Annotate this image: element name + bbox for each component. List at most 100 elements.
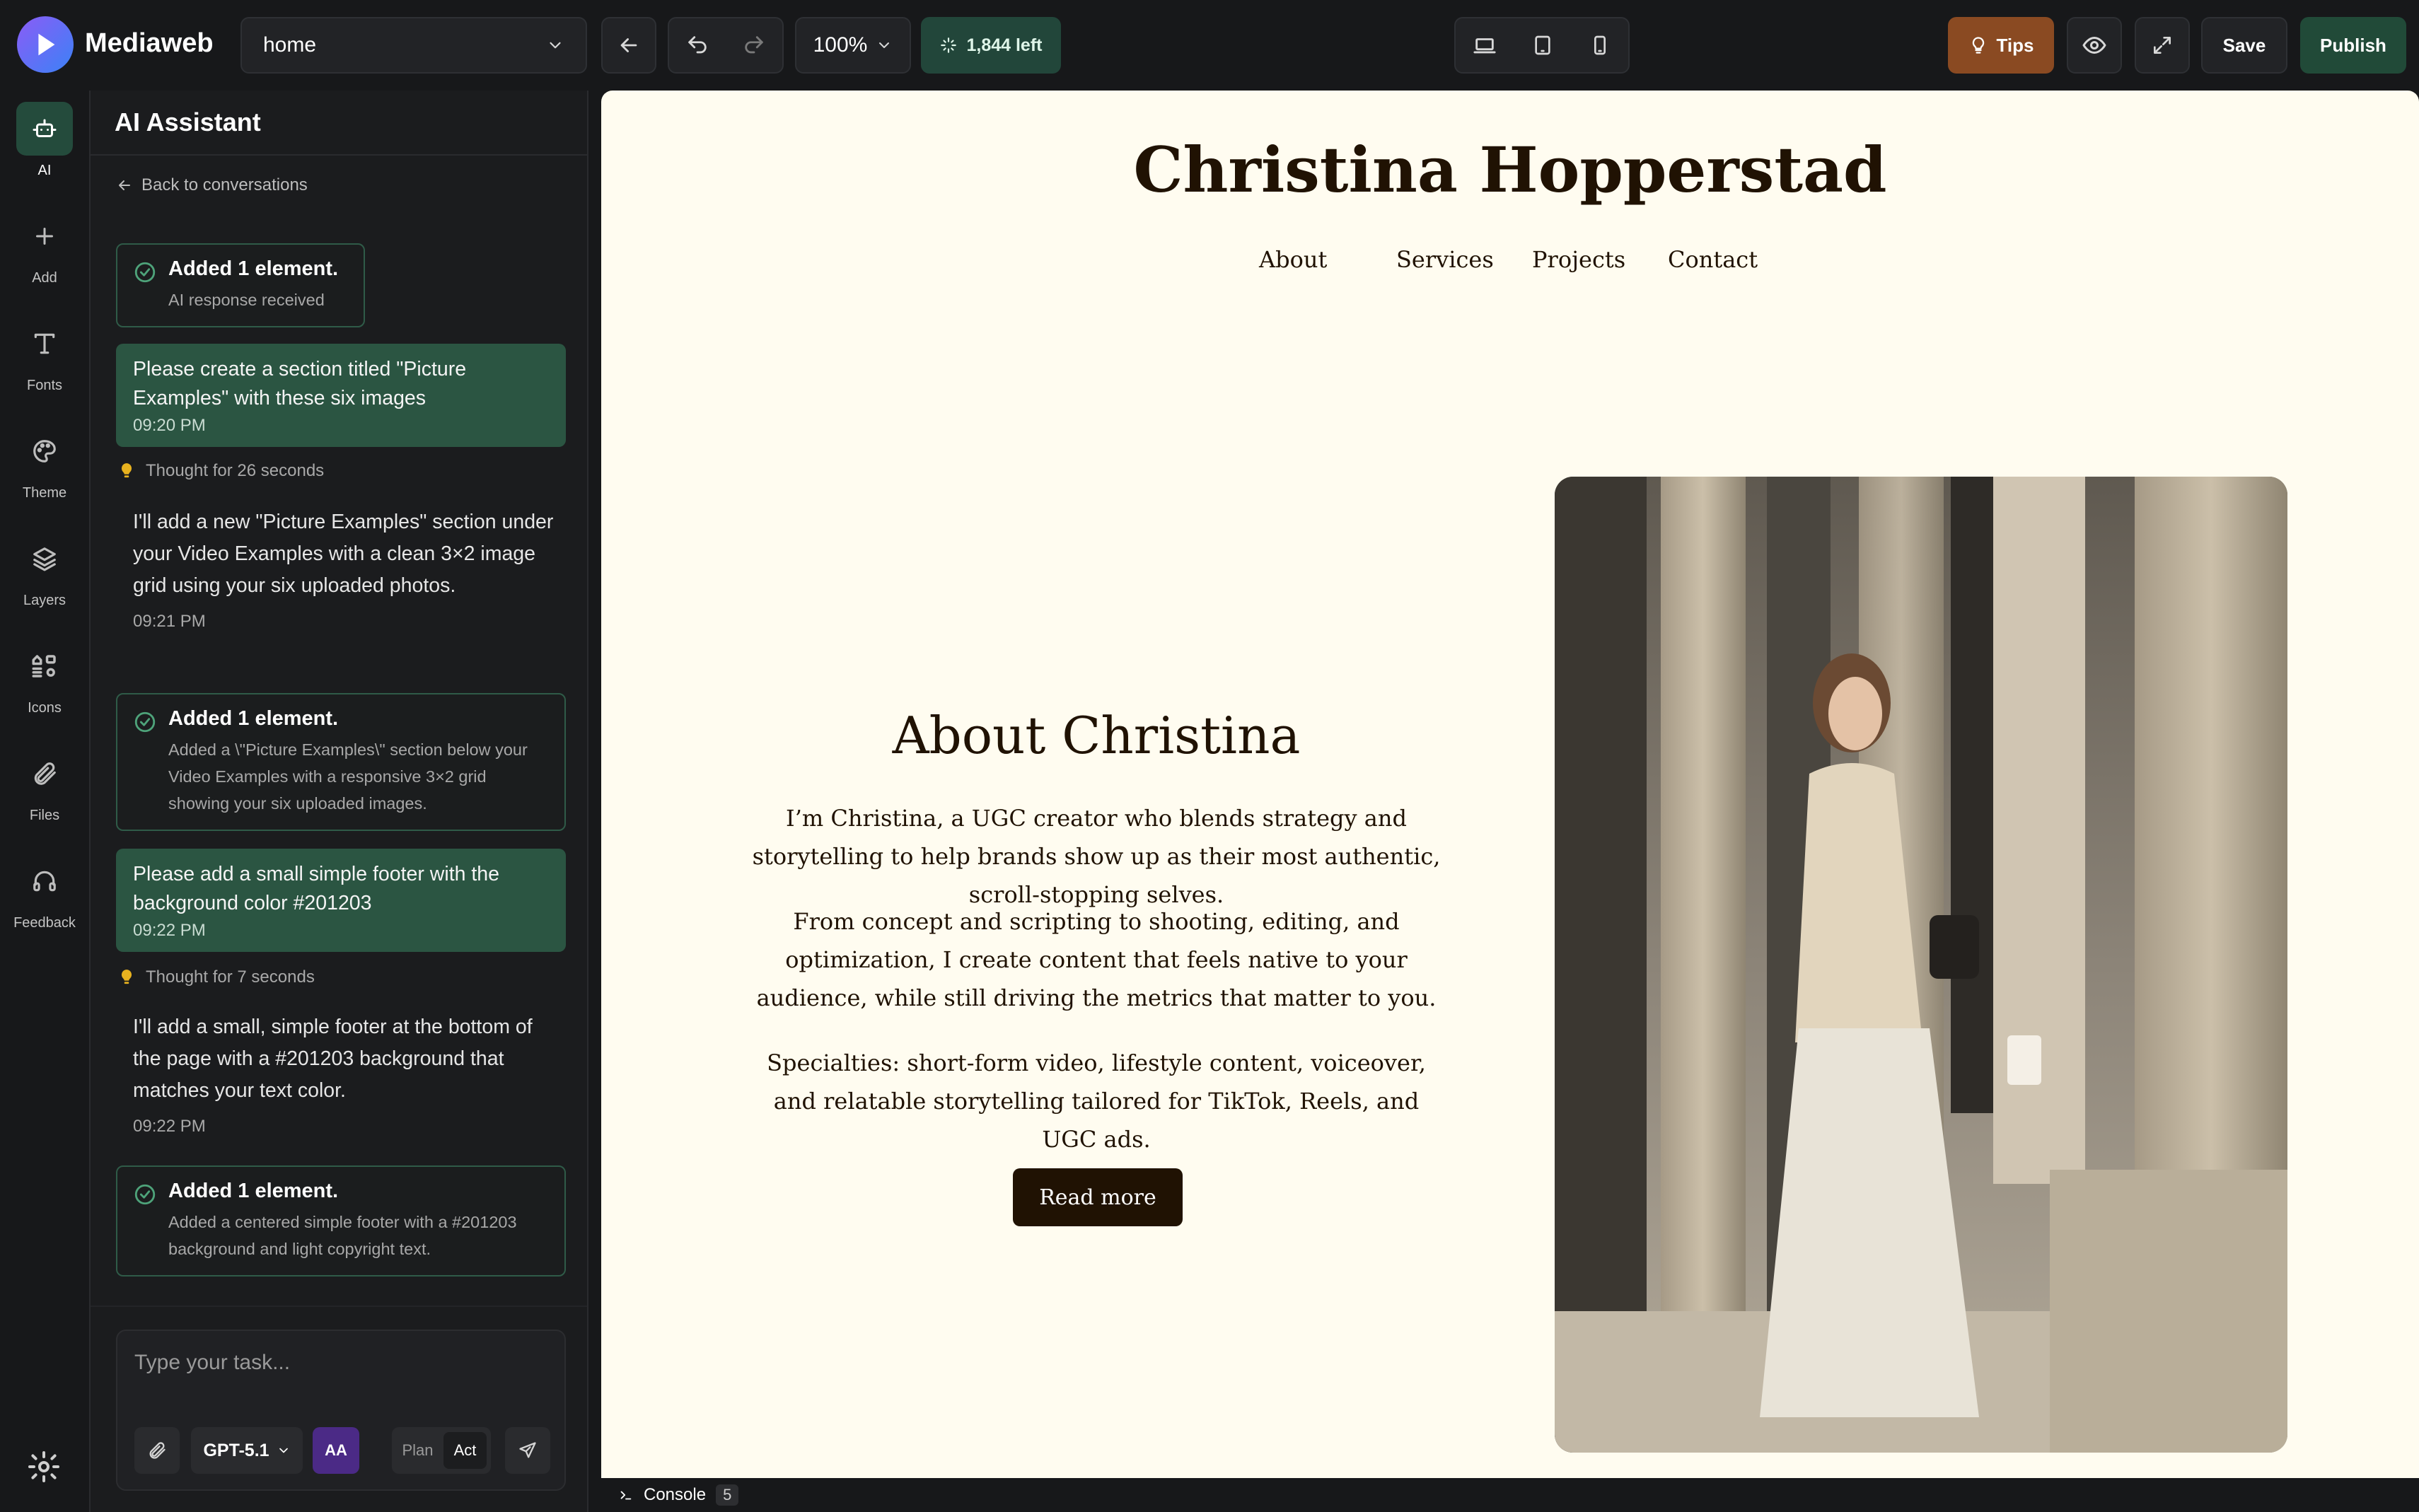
send-button[interactable]: [505, 1427, 550, 1474]
attach-button[interactable]: [134, 1427, 180, 1474]
rail-item-add[interactable]: Add: [0, 209, 89, 286]
nav-link-about[interactable]: About: [1259, 246, 1327, 273]
ai-assistant-panel: AI Assistant Back to conversations Added…: [89, 91, 588, 1512]
read-more-button[interactable]: Read more: [1013, 1168, 1183, 1226]
portrait-photo: [1555, 477, 2287, 1453]
save-button[interactable]: Save: [2201, 17, 2287, 74]
rail-label: Icons: [28, 700, 62, 716]
redo-icon[interactable]: [742, 33, 766, 57]
undo-icon[interactable]: [685, 33, 709, 57]
check-circle-icon: [134, 1184, 156, 1205]
rail-label: Feedback: [13, 915, 76, 931]
rail-item-ai[interactable]: AI: [0, 102, 89, 179]
rail-item-fonts[interactable]: Fonts: [0, 317, 89, 394]
card-subtitle: Added a centered simple footer with a #2…: [168, 1213, 517, 1258]
top-toolbar: Mediaweb home 100% 1,844 left Tips Save …: [0, 0, 2419, 91]
left-rail: AI Add Fonts Theme Layers Icons Files Fe…: [0, 91, 89, 1512]
rail-label: AI: [37, 163, 52, 178]
preview-button[interactable]: [2067, 17, 2122, 74]
robot-icon: [33, 119, 57, 137]
console-count-badge: 5: [716, 1484, 739, 1506]
about-heading: About Christina: [892, 706, 1301, 765]
icons-grid-icon: [32, 655, 56, 678]
chevron-down-icon: [279, 1448, 288, 1453]
divider: [91, 154, 587, 156]
nav-link-projects[interactable]: Projects: [1532, 246, 1625, 273]
thought-text: Thought for 26 seconds: [146, 461, 325, 480]
about-paragraph: I’m Christina, a UGC creator who blends …: [752, 805, 1441, 908]
plan-act-toggle: Plan Act: [392, 1427, 491, 1474]
phone-icon[interactable]: [1589, 34, 1611, 57]
check-circle-icon: [134, 711, 156, 733]
rail-item-layers[interactable]: Layers: [0, 532, 89, 609]
card-title: Added 1 element.: [168, 1180, 339, 1202]
nav-link-contact[interactable]: Contact: [1668, 246, 1758, 273]
aa-toggle-button[interactable]: AA: [313, 1427, 359, 1474]
console-bar[interactable]: Console 5: [601, 1478, 2419, 1512]
headphones-icon: [33, 871, 56, 892]
model-select[interactable]: GPT-5.1: [191, 1427, 303, 1474]
message-time: 09:22 PM: [133, 921, 206, 940]
action-card: Added 1 element. Added a centered simple…: [116, 1165, 566, 1277]
model-value: GPT-5.1: [203, 1440, 269, 1460]
act-option[interactable]: Act: [443, 1432, 487, 1469]
terminal-icon: [620, 1491, 632, 1500]
device-switcher: [1454, 17, 1630, 74]
composer: Type your task... GPT-5.1 AA Plan Act: [116, 1330, 566, 1491]
chevron-down-icon: [879, 42, 890, 48]
plan-option[interactable]: Plan: [396, 1432, 439, 1469]
laptop-icon[interactable]: [1473, 33, 1497, 57]
user-message: Please add a small simple footer with th…: [116, 849, 566, 952]
assistant-message: I'll add a small, simple footer at the b…: [133, 1011, 564, 1136]
message-time: 09:22 PM: [133, 1117, 206, 1136]
check-circle-icon: [134, 262, 156, 283]
nav-link-services[interactable]: Services: [1396, 246, 1494, 273]
rail-label: Add: [32, 270, 57, 286]
type-icon: [34, 333, 55, 354]
expand-icon: [2154, 37, 2171, 54]
message-text: Please add a small simple footer with th…: [133, 863, 500, 914]
message-text: Please create a section titled "Picture …: [133, 358, 467, 409]
mediaweb-logo-icon[interactable]: [17, 16, 74, 73]
app-root: Mediaweb home 100% 1,844 left Tips Save …: [0, 0, 2419, 1512]
message-text: I'll add a small, simple footer at the b…: [133, 1016, 533, 1102]
chevron-down-icon: [550, 42, 561, 49]
back-button[interactable]: [601, 17, 656, 74]
task-input[interactable]: Type your task...: [134, 1351, 290, 1375]
card-title: Added 1 element.: [168, 257, 339, 280]
tablet-icon[interactable]: [1531, 34, 1554, 57]
about-paragraph: Specialties: short-form video, lifestyle…: [767, 1049, 1426, 1153]
rail-label: Files: [29, 808, 60, 823]
site-canvas: Christina Hopperstad About Services Proj…: [601, 91, 2419, 1478]
settings-gear-icon[interactable]: [27, 1450, 61, 1484]
arrow-left-icon: [620, 38, 637, 52]
rail-item-files[interactable]: Files: [0, 747, 89, 824]
rail-item-icons[interactable]: Icons: [0, 639, 89, 716]
fullscreen-button[interactable]: [2135, 17, 2190, 74]
site-title: Christina Hopperstad: [1133, 133, 1887, 207]
send-icon: [519, 1442, 536, 1458]
rail-label: Theme: [22, 485, 67, 501]
credits-text: 1,844 left: [966, 35, 1043, 55]
message-text: I'll add a new "Picture Examples" sectio…: [133, 511, 554, 597]
tips-button[interactable]: Tips: [1948, 17, 2054, 74]
card-title: Added 1 element.: [168, 707, 339, 730]
publish-button[interactable]: Publish: [2300, 17, 2406, 74]
layers-icon: [33, 547, 56, 571]
lightbulb-icon: [121, 970, 132, 984]
action-card: Added 1 element. AI response received: [116, 243, 365, 327]
card-subtitle: AI response received: [168, 291, 325, 309]
rail-item-theme[interactable]: Theme: [0, 424, 89, 501]
assistant-message: I'll add a new "Picture Examples" sectio…: [133, 506, 564, 632]
rail-item-feedback[interactable]: Feedback: [0, 854, 89, 931]
zoom-select[interactable]: 100%: [795, 17, 911, 74]
lightbulb-icon: [1972, 37, 1984, 54]
back-to-conversations-link[interactable]: Back to conversations: [116, 175, 308, 195]
thought-indicator[interactable]: Thought for 7 seconds: [119, 967, 315, 987]
thought-text: Thought for 7 seconds: [146, 967, 315, 987]
page-select[interactable]: home: [240, 17, 587, 74]
divider: [91, 1305, 587, 1307]
zoom-value: 100%: [813, 33, 868, 57]
thought-indicator[interactable]: Thought for 26 seconds: [119, 461, 324, 481]
credits-badge[interactable]: 1,844 left: [921, 17, 1061, 74]
